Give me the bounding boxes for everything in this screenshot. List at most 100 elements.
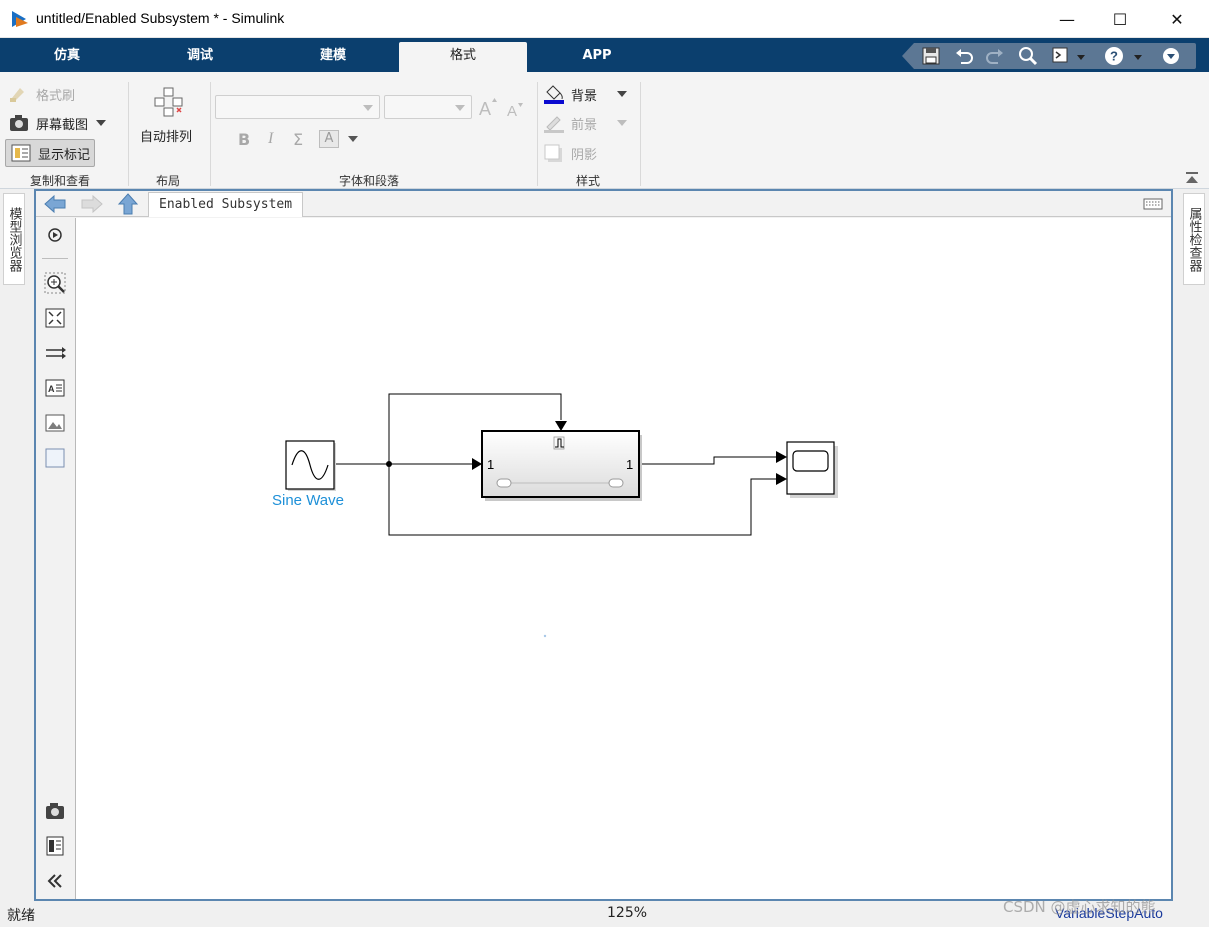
simulink-logo-icon: [12, 11, 28, 27]
tab-format[interactable]: 格式: [399, 42, 527, 72]
block-diagram: [285, 393, 838, 638]
pen-icon: [544, 116, 564, 133]
signal-routing-icon[interactable]: [44, 342, 66, 364]
svg-text:A: A: [479, 99, 491, 119]
tab-apps[interactable]: APP: [532, 42, 662, 72]
window-title: untitled/Enabled Subsystem * - Simulink: [36, 10, 285, 26]
sine-wave-block[interactable]: [285, 440, 336, 491]
subsystem-output-port-label: 1: [626, 457, 634, 472]
property-inspector-tab[interactable]: 属性检查器: [1183, 193, 1205, 285]
show-markup-button[interactable]: 显示标记: [5, 139, 96, 167]
arrowhead: [776, 451, 787, 463]
shadow-icon: [544, 144, 562, 162]
back-arrow-icon[interactable]: [43, 194, 67, 214]
ribbon-separator: [210, 82, 211, 186]
collapse-toolbar-icon[interactable]: [44, 870, 66, 892]
minimize-ribbon-icon[interactable]: [1160, 45, 1182, 67]
foreground-color-button[interactable]: 前景: [543, 110, 628, 136]
bold-button[interactable]: B: [238, 130, 250, 149]
arrowhead: [555, 421, 567, 431]
screenshot-button[interactable]: 屏幕截图: [8, 110, 107, 136]
zoom-in-icon[interactable]: [44, 272, 66, 294]
fit-to-view-icon[interactable]: [44, 307, 66, 329]
quick-access-toolbar: [902, 43, 1196, 69]
status-text: 就绪: [7, 908, 35, 924]
show-markup-label: 显示标记: [38, 147, 91, 163]
auto-arrange-icon: [154, 87, 183, 117]
format-painter-label: 格式刷: [36, 88, 76, 104]
tab-debug[interactable]: 调试: [135, 42, 265, 72]
format-painter-button[interactable]: 格式刷: [8, 81, 75, 107]
chevron-down-icon: [363, 105, 373, 111]
shadow-button[interactable]: 阴影: [543, 140, 597, 166]
sine-wave-label[interactable]: Sine Wave: [272, 492, 344, 509]
show-markup-icon: [11, 144, 31, 162]
canvas-toolbar: A: [36, 218, 75, 899]
subsystem-input-port-label: 1: [487, 457, 495, 472]
style-section-label: 样式: [576, 174, 601, 188]
copy-view-section-label: 复制和查看: [30, 174, 91, 188]
arrowhead: [776, 473, 787, 485]
maximize-button[interactable]: ☐: [1093, 0, 1147, 38]
forward-arrow-icon[interactable]: [80, 194, 104, 214]
up-arrow-icon[interactable]: [117, 193, 139, 215]
svg-text:A: A: [507, 103, 517, 120]
shadow-label: 阴影: [571, 147, 598, 163]
paint-bucket-icon: [544, 85, 564, 104]
close-button[interactable]: ✕: [1150, 0, 1204, 38]
layout-section-label: 布局: [156, 174, 181, 188]
italic-button[interactable]: I: [268, 130, 273, 148]
keyboard-icon[interactable]: [1143, 197, 1163, 211]
chevron-down-icon: [455, 105, 465, 111]
enabled-subsystem-block[interactable]: [481, 430, 642, 501]
navigate-icon[interactable]: [44, 224, 66, 246]
area-icon[interactable]: [44, 447, 66, 469]
zoom-level[interactable]: 125%: [607, 905, 647, 921]
screenshot-dropdown-icon[interactable]: [96, 120, 107, 126]
background-color-button[interactable]: 背景: [543, 81, 628, 107]
branch-point: [386, 461, 392, 467]
text-style-dropdown-icon[interactable]: [348, 136, 358, 142]
auto-arrange-label: 自动排列: [140, 130, 193, 145]
ribbon-separator: [537, 82, 538, 186]
text-style-button[interactable]: A: [319, 130, 339, 148]
svg-text:A: A: [48, 384, 55, 394]
scope-block[interactable]: [786, 441, 838, 498]
collapse-ribbon-icon[interactable]: [1184, 170, 1200, 186]
save-icon[interactable]: [920, 45, 942, 67]
font-family-combo[interactable]: [215, 95, 380, 119]
annotation-icon[interactable]: A: [44, 377, 66, 399]
model-browser-tab[interactable]: 模型浏览器: [3, 193, 25, 285]
format-painter-icon: [10, 88, 24, 102]
screenshot-camera-icon[interactable]: [44, 800, 66, 822]
ribbon-separator: [128, 82, 129, 186]
background-label: 背景: [571, 88, 598, 104]
subsystem-to-scope-line[interactable]: [640, 456, 778, 465]
minimize-button[interactable]: —: [1040, 0, 1094, 38]
model-canvas[interactable]: Sine Wave 1 1: [75, 218, 1171, 899]
screenshot-label: 屏幕截图: [36, 117, 89, 133]
image-icon[interactable]: [44, 412, 66, 434]
tab-simulation[interactable]: 仿真: [2, 42, 132, 72]
help-icon[interactable]: ?: [1103, 45, 1147, 67]
find-replace-icon[interactable]: [1050, 45, 1090, 67]
increase-font-icon[interactable]: A: [477, 96, 499, 120]
font-section-label: 字体和段落: [339, 174, 400, 188]
search-icon[interactable]: [1017, 45, 1039, 67]
foreground-dropdown-icon[interactable]: [617, 120, 628, 126]
tex-markup-button[interactable]: Σ: [293, 130, 303, 149]
background-dropdown-icon[interactable]: [617, 91, 628, 97]
breadcrumb[interactable]: Enabled Subsystem: [148, 192, 304, 217]
redo-icon[interactable]: [984, 45, 1006, 67]
watermark-text: CSDN @虚心求知的熊: [1003, 898, 1156, 916]
svg-text:?: ?: [1110, 49, 1118, 64]
model-data-icon[interactable]: [44, 835, 66, 857]
undo-icon[interactable]: [953, 45, 975, 67]
decrease-font-icon[interactable]: A: [505, 100, 527, 120]
font-size-combo[interactable]: [384, 95, 472, 119]
foreground-label: 前景: [571, 117, 598, 133]
auto-arrange-button[interactable]: 自动排列: [140, 82, 202, 147]
status-bar: 就绪 125% VariableStepAuto CSDN @虚心求知的熊: [0, 898, 1209, 927]
tab-modeling[interactable]: 建模: [268, 42, 398, 72]
ribbon-separator: [640, 82, 641, 186]
